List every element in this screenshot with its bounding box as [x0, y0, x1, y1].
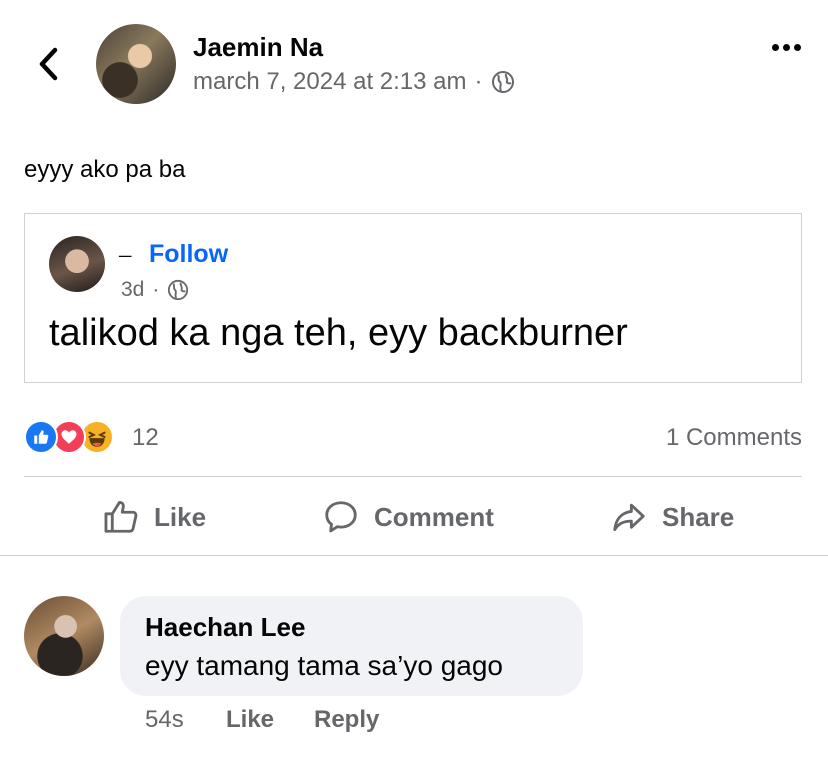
post-text: eyyy ako pa ba — [24, 156, 186, 183]
comment-reply-button[interactable]: Reply — [314, 706, 379, 734]
dot-icon — [793, 43, 801, 51]
post-timestamp[interactable]: march 7, 2024 at 2:13 am — [193, 68, 467, 96]
like-reaction-icon — [24, 420, 58, 454]
shared-time[interactable]: 3d — [121, 278, 144, 302]
reactions-summary[interactable] — [24, 420, 114, 454]
commenter-avatar[interactable] — [24, 596, 104, 676]
post-author-name[interactable]: Jaemin Na — [193, 32, 323, 63]
share-button[interactable]: Share — [610, 496, 734, 538]
comment-bubble[interactable]: Haechan Lee eyy tamang tama sa’yo gago — [120, 596, 583, 696]
divider — [0, 555, 828, 556]
meta-separator: · — [152, 278, 160, 301]
globe-icon — [491, 71, 514, 93]
back-button[interactable] — [30, 44, 66, 84]
post-meta: march 7, 2024 at 2:13 am · — [193, 68, 515, 96]
like-label: Like — [154, 501, 207, 532]
comment-button[interactable]: Comment — [322, 496, 494, 538]
share-label: Share — [662, 501, 735, 532]
dot-icon — [771, 43, 779, 51]
dot-icon — [782, 43, 790, 51]
reaction-count[interactable]: 12 — [132, 424, 159, 452]
shared-post-text: talikod ka nga teh, eyy backburner — [49, 312, 628, 354]
comments-count[interactable]: 1 Comments — [666, 424, 802, 452]
comment-time[interactable]: 54s — [145, 706, 184, 734]
author-avatar[interactable] — [96, 24, 176, 104]
like-button[interactable]: Like — [102, 496, 206, 538]
shared-post-card[interactable]: ـــ Follow 3d · talikod ka nga teh, eyy … — [24, 213, 802, 383]
divider — [24, 476, 802, 477]
more-options-button[interactable] — [766, 34, 806, 60]
shared-author-avatar[interactable] — [49, 236, 105, 292]
comment-icon — [325, 501, 357, 533]
comment-like-button[interactable]: Like — [226, 706, 274, 734]
comment-label: Comment — [374, 501, 494, 532]
commenter-name[interactable]: Haechan Lee — [145, 612, 305, 643]
globe-icon — [168, 279, 189, 301]
thumbs-up-icon — [104, 501, 138, 533]
shared-meta: 3d · — [121, 278, 189, 302]
chevron-left-icon — [39, 47, 58, 81]
shared-author-name[interactable]: ـــ — [119, 244, 131, 261]
meta-separator: · — [474, 68, 483, 95]
comment-text: eyy tamang tama sa’yo gago — [145, 650, 503, 681]
follow-button[interactable]: Follow — [149, 240, 228, 269]
share-arrow-icon — [613, 503, 645, 532]
